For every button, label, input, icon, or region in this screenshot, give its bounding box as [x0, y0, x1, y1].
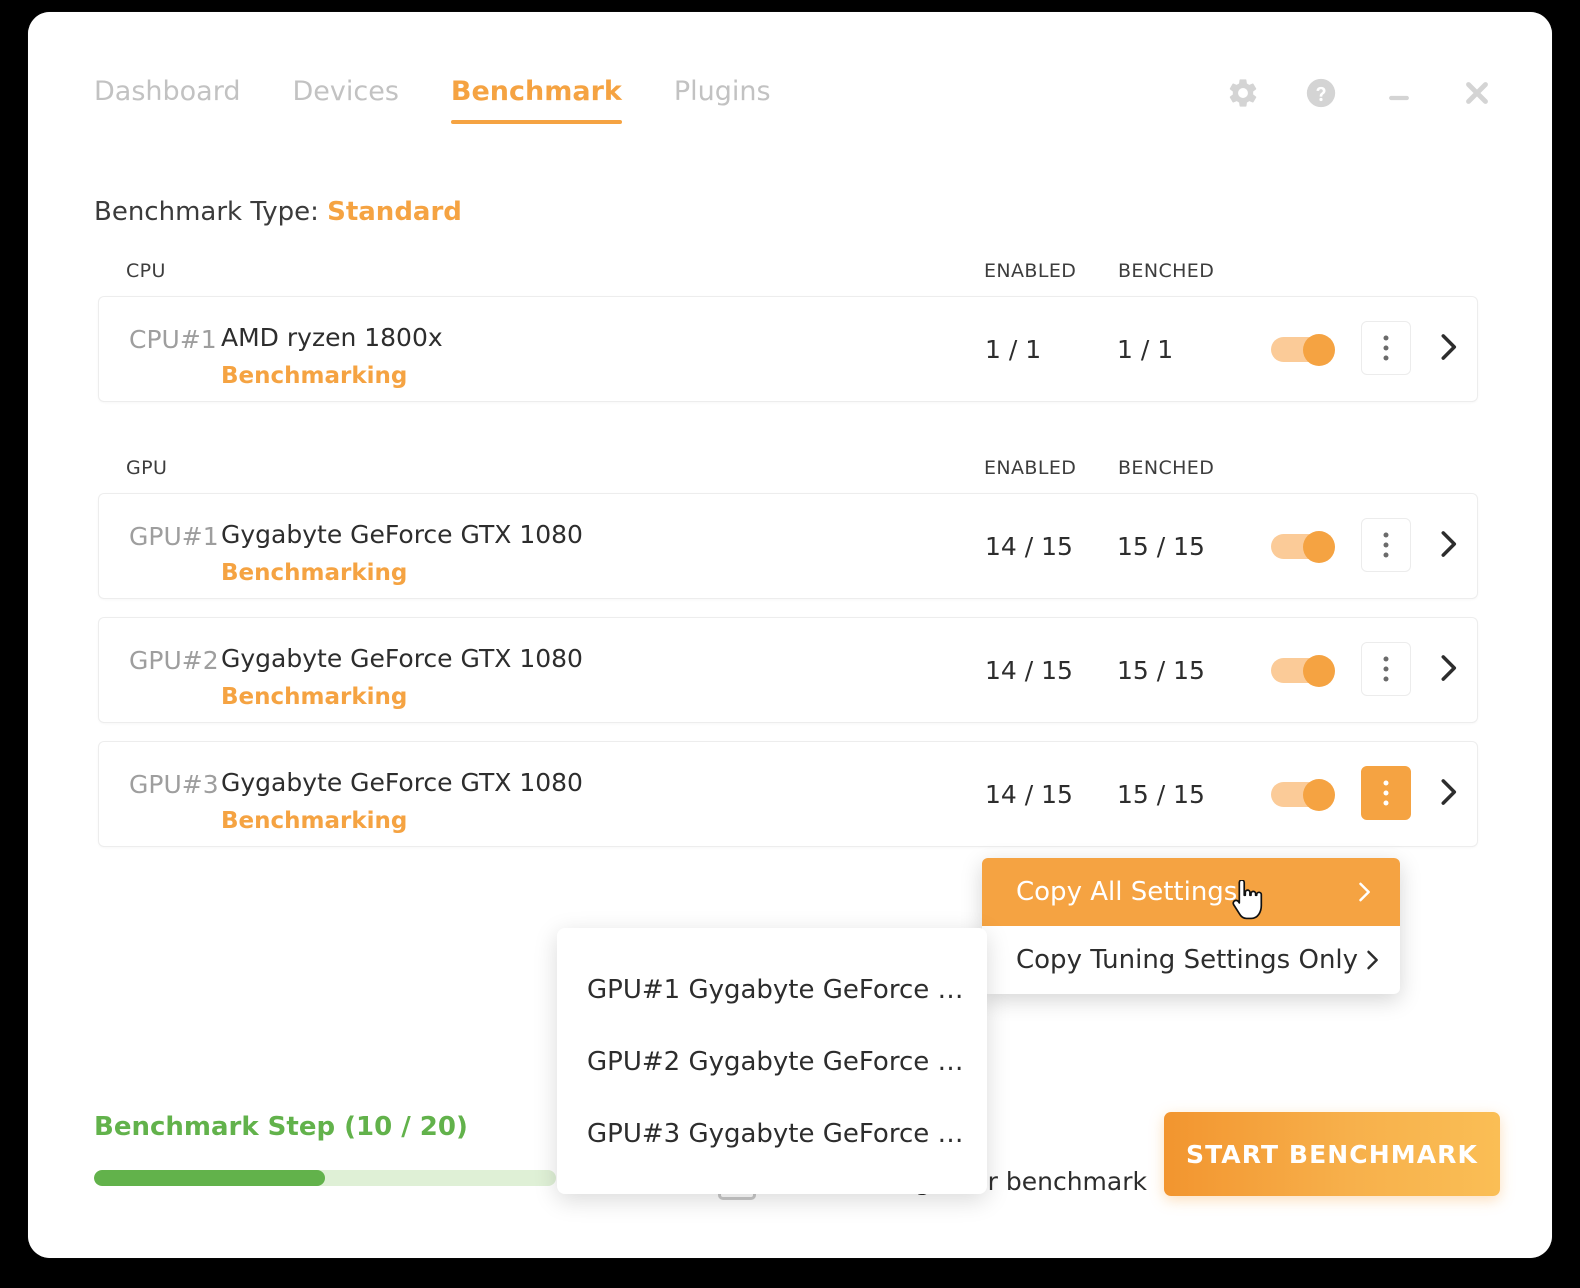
menu-item-label: Copy All Settings [1016, 877, 1238, 907]
tab-devices[interactable]: Devices [266, 74, 424, 110]
kebab-dots-icon [1383, 532, 1389, 558]
benchmark-type-label: Benchmark Type: [94, 197, 319, 227]
kebab-dots-icon [1383, 335, 1389, 361]
device-id: GPU#1 [129, 522, 219, 551]
benchmark-page: Benchmark Type: Standard CPU ENABLED BEN… [28, 132, 1552, 1258]
device-expand-chevron[interactable] [1429, 772, 1467, 812]
help-icon[interactable] [1302, 74, 1340, 112]
device-benched-count: 1 / 1 [1117, 335, 1174, 364]
tab-plugins[interactable]: Plugins [648, 74, 797, 110]
toggle-knob [1303, 334, 1335, 366]
device-expand-chevron[interactable] [1429, 524, 1467, 564]
device-enable-toggle[interactable] [1271, 779, 1335, 811]
submenu-item-gpu2[interactable]: GPU#2 Gygabyte GeForce … [557, 1026, 987, 1098]
active-tab-underline [450, 120, 622, 124]
benchmark-type-row: Benchmark Type: Standard [94, 197, 462, 227]
table-row[interactable]: GPU#3 Gygabyte GeForce GTX 1080 Benchmar… [98, 741, 1478, 847]
kebab-dots-icon [1383, 780, 1389, 806]
column-header-cpu: CPU [126, 260, 166, 282]
benchmark-type-value[interactable]: Standard [327, 197, 462, 227]
benchmark-step-label: Benchmark Step (10 / 20) [94, 1112, 468, 1142]
device-name: Gygabyte GeForce GTX 1080 [221, 768, 583, 797]
device-status: Benchmarking [221, 684, 408, 710]
tab-dashboard-label: Dashboard [94, 76, 241, 107]
menu-item-copy-tuning-settings-only[interactable]: Copy Tuning Settings Only [982, 926, 1400, 994]
device-enable-toggle[interactable] [1271, 655, 1335, 687]
start-benchmark-button[interactable]: START BENCHMARK [1164, 1112, 1500, 1196]
close-icon[interactable] [1458, 74, 1496, 112]
screen: Dashboard Devices Benchmark Plugins Benc… [0, 0, 1580, 1288]
toggle-knob [1303, 531, 1335, 563]
progress-fill [94, 1170, 325, 1186]
column-header-gpu: GPU [126, 457, 168, 479]
column-header-benched: BENCHED [1118, 260, 1215, 282]
device-menu-button[interactable] [1361, 642, 1411, 696]
benchmark-progress-bar [94, 1170, 556, 1186]
device-name: Gygabyte GeForce GTX 1080 [221, 520, 583, 549]
device-context-menu: Copy All Settings Copy Tuning Settings O… [982, 858, 1400, 994]
tab-plugins-label: Plugins [673, 76, 771, 107]
submenu-item-label: GPU#2 Gygabyte GeForce … [587, 1047, 964, 1077]
table-row[interactable]: CPU#1 AMD ryzen 1800x Benchmarking 1 / 1… [98, 296, 1478, 402]
submenu-item-label: GPU#1 Gygabyte GeForce … [587, 975, 964, 1005]
tab-devices-label: Devices [292, 76, 399, 107]
device-status: Benchmarking [221, 560, 408, 586]
device-status: Benchmarking [221, 363, 408, 389]
device-menu-button[interactable] [1361, 518, 1411, 572]
device-menu-button[interactable] [1361, 766, 1411, 820]
gpu-section: GPU ENABLED BENCHED GPU#1 Gygabyte GeFor… [98, 457, 1478, 863]
settings-gear-icon[interactable] [1224, 74, 1262, 112]
device-id: GPU#3 [129, 770, 219, 799]
gpu-column-headers: GPU ENABLED BENCHED [98, 457, 1478, 493]
main-tabs: Dashboard Devices Benchmark Plugins [94, 74, 797, 124]
titlebar: Dashboard Devices Benchmark Plugins [28, 12, 1552, 132]
device-id: GPU#2 [129, 646, 219, 675]
window-buttons [1224, 74, 1496, 112]
tab-dashboard[interactable]: Dashboard [94, 74, 266, 110]
device-expand-chevron[interactable] [1429, 648, 1467, 688]
menu-item-label: Copy Tuning Settings Only [1016, 945, 1359, 975]
device-enabled-count: 14 / 15 [985, 532, 1073, 561]
device-menu-button[interactable] [1361, 321, 1411, 375]
kebab-dots-icon [1383, 656, 1389, 682]
device-enable-toggle[interactable] [1271, 334, 1335, 366]
submenu-item-gpu3[interactable]: GPU#3 Gygabyte GeForce … [557, 1098, 987, 1170]
device-benched-count: 15 / 15 [1117, 532, 1205, 561]
copy-settings-submenu: GPU#1 Gygabyte GeForce … GPU#2 Gygabyte … [557, 928, 987, 1194]
device-id: CPU#1 [129, 325, 217, 354]
tab-benchmark[interactable]: Benchmark [425, 74, 648, 124]
device-enable-toggle[interactable] [1271, 531, 1335, 563]
toggle-knob [1303, 779, 1335, 811]
device-benched-count: 15 / 15 [1117, 656, 1205, 685]
column-header-enabled: ENABLED [984, 457, 1077, 479]
submenu-item-label: GPU#3 Gygabyte GeForce … [587, 1119, 964, 1149]
menu-item-copy-all-settings[interactable]: Copy All Settings [982, 858, 1400, 926]
minimize-icon[interactable] [1380, 74, 1418, 112]
device-name: Gygabyte GeForce GTX 1080 [221, 644, 583, 673]
column-header-benched: BENCHED [1118, 457, 1215, 479]
device-enabled-count: 1 / 1 [985, 335, 1042, 364]
cpu-section: CPU ENABLED BENCHED CPU#1 AMD ryzen 1800… [98, 260, 1478, 418]
table-row[interactable]: GPU#2 Gygabyte GeForce GTX 1080 Benchmar… [98, 617, 1478, 723]
device-expand-chevron[interactable] [1429, 327, 1467, 367]
app-window: Dashboard Devices Benchmark Plugins Benc… [28, 12, 1552, 1258]
chevron-right-icon [1350, 877, 1378, 907]
submenu-item-gpu1[interactable]: GPU#1 Gygabyte GeForce … [557, 954, 987, 1026]
tab-benchmark-label: Benchmark [450, 76, 622, 107]
device-enabled-count: 14 / 15 [985, 656, 1073, 685]
device-name: AMD ryzen 1800x [221, 323, 443, 352]
toggle-knob [1303, 655, 1335, 687]
device-status: Benchmarking [221, 808, 408, 834]
chevron-right-icon [1358, 945, 1386, 975]
device-enabled-count: 14 / 15 [985, 780, 1073, 809]
table-row[interactable]: GPU#1 Gygabyte GeForce GTX 1080 Benchmar… [98, 493, 1478, 599]
column-header-enabled: ENABLED [984, 260, 1077, 282]
device-benched-count: 15 / 15 [1117, 780, 1205, 809]
cpu-column-headers: CPU ENABLED BENCHED [98, 260, 1478, 296]
